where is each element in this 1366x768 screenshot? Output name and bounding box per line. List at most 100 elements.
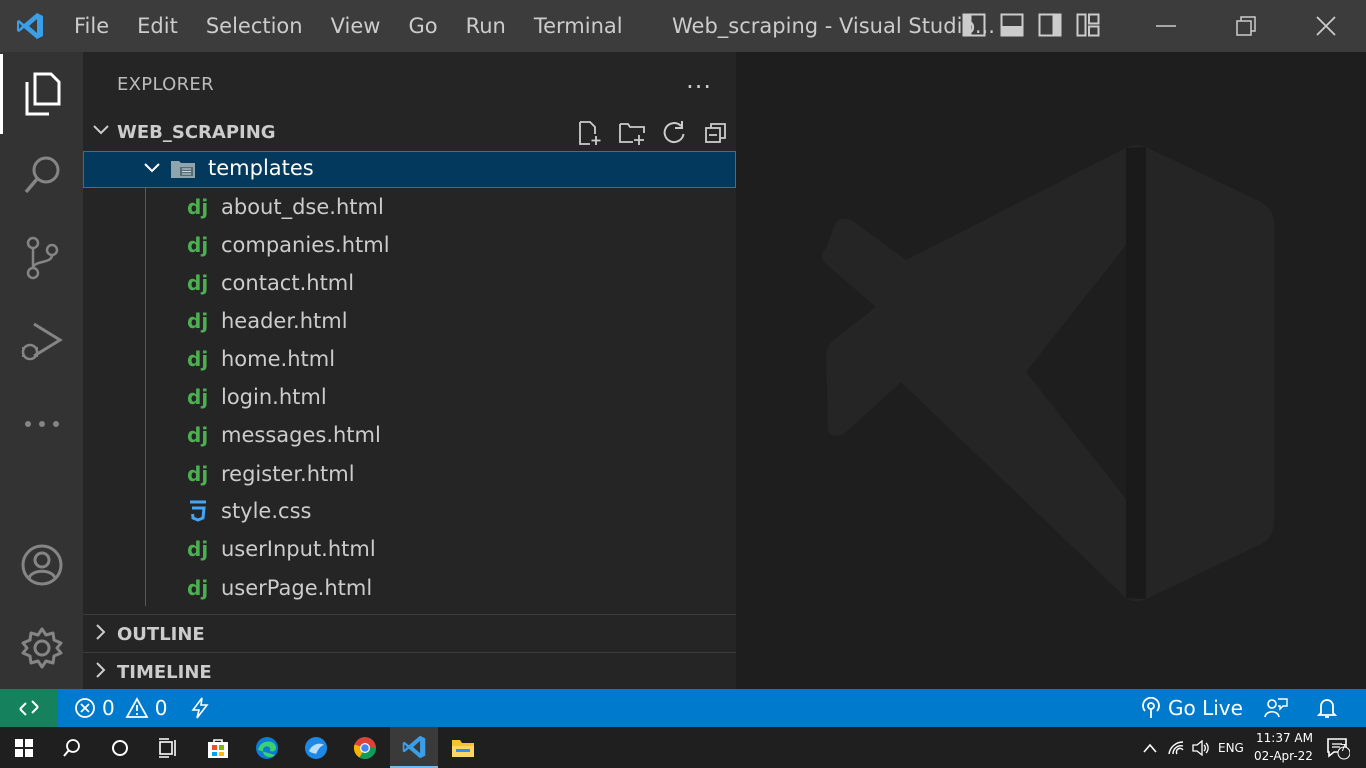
feedback-icon[interactable]: [1264, 689, 1288, 727]
chevron-down-icon: [91, 120, 111, 144]
file-name: userInput.html: [221, 537, 376, 561]
file-name: login.html: [221, 385, 327, 409]
file-explorer-icon[interactable]: [439, 727, 487, 768]
notification-count: 7: [1340, 743, 1347, 754]
chrome-browser-icon[interactable]: [341, 727, 389, 768]
file-row[interactable]: dj header.html: [83, 303, 736, 341]
windows-start-icon[interactable]: [0, 727, 48, 768]
cortana-icon[interactable]: [96, 727, 144, 768]
app-bird-icon[interactable]: [292, 727, 340, 768]
file-name: header.html: [221, 309, 348, 333]
timeline-section[interactable]: TIMELINE: [83, 652, 736, 690]
django-icon: dj: [187, 462, 209, 486]
taskbar-search-icon[interactable]: [48, 727, 96, 768]
search-icon[interactable]: [0, 136, 83, 216]
edge-browser-icon[interactable]: [243, 727, 291, 768]
manage-gear-icon[interactable]: [0, 608, 83, 688]
lightning-icon[interactable]: [190, 689, 210, 727]
customize-layout-icon[interactable]: [1074, 10, 1102, 40]
collapse-all-icon[interactable]: [701, 118, 731, 148]
title-bar: File Edit Selection View Go Run Terminal…: [0, 0, 1366, 52]
explorer-title: EXPLORER: [117, 74, 214, 95]
explorer-sidebar: EXPLORER ... WEB_SCRAPING templates dj a…: [83, 52, 736, 689]
wifi-icon[interactable]: [1162, 727, 1190, 768]
new-file-icon[interactable]: [575, 118, 605, 148]
file-row[interactable]: dj messages.html: [83, 417, 736, 455]
run-debug-icon[interactable]: [0, 302, 83, 382]
status-bar: 0 0 Go Live: [0, 689, 1366, 727]
file-row[interactable]: dj login.html: [83, 379, 736, 417]
editor-area: [736, 52, 1366, 689]
menu-view[interactable]: View: [317, 0, 395, 52]
menu-file[interactable]: File: [60, 0, 123, 52]
outline-section[interactable]: OUTLINE: [83, 614, 736, 652]
file-row[interactable]: dj userInput.html: [83, 531, 736, 569]
django-icon: dj: [187, 576, 209, 600]
django-icon: dj: [187, 537, 209, 561]
chevron-right-icon: [91, 660, 111, 684]
window-title: Web_scraping - Visual Studio...: [672, 14, 995, 38]
error-count: 0: [102, 696, 115, 720]
menu-edit[interactable]: Edit: [123, 0, 192, 52]
file-row[interactable]: dj contact.html: [83, 265, 736, 303]
go-live-button[interactable]: Go Live: [1140, 689, 1243, 727]
broadcast-icon: [1142, 697, 1160, 718]
file-row[interactable]: dj home.html: [83, 341, 736, 379]
timeline-label: TIMELINE: [117, 662, 212, 683]
django-icon: dj: [187, 271, 209, 295]
toggle-secondary-sidebar-icon[interactable]: [1036, 10, 1064, 40]
remote-indicator-icon[interactable]: [0, 689, 58, 727]
file-name: about_dse.html: [221, 195, 384, 219]
go-live-label: Go Live: [1168, 696, 1243, 720]
menu-go[interactable]: Go: [394, 0, 451, 52]
clock-time[interactable]: 11:37 AM: [1256, 731, 1313, 745]
file-name: register.html: [221, 462, 355, 486]
file-name: userPage.html: [221, 576, 373, 600]
workspace-header[interactable]: WEB_SCRAPING: [83, 114, 736, 150]
new-folder-icon[interactable]: [617, 118, 647, 148]
django-icon: dj: [187, 385, 209, 409]
problems-indicator[interactable]: 0 0: [74, 689, 167, 727]
action-center-icon[interactable]: 7: [1318, 727, 1358, 768]
django-icon: dj: [187, 233, 209, 257]
minimize-icon[interactable]: [1126, 0, 1206, 52]
notifications-bell-icon[interactable]: [1316, 689, 1338, 727]
warning-count: 0: [154, 696, 168, 720]
source-control-icon[interactable]: [0, 218, 83, 298]
volume-icon[interactable]: [1188, 727, 1214, 768]
file-name: style.css: [221, 499, 312, 523]
menu-selection[interactable]: Selection: [192, 0, 317, 52]
django-icon: dj: [187, 423, 209, 447]
menu-terminal[interactable]: Terminal: [520, 0, 637, 52]
toggle-primary-sidebar-icon[interactable]: [960, 10, 988, 40]
file-row[interactable]: dj about_dse.html: [83, 189, 736, 227]
vscode-watermark-icon: [822, 144, 1274, 602]
vscode-taskbar-icon[interactable]: [390, 727, 438, 768]
task-view-icon[interactable]: [144, 727, 192, 768]
file-row[interactable]: dj companies.html: [83, 227, 736, 265]
vscode-logo-icon: [0, 0, 60, 52]
file-name: messages.html: [221, 423, 381, 447]
accounts-icon[interactable]: [0, 525, 83, 605]
folder-row-templates[interactable]: templates: [83, 151, 736, 188]
django-icon: dj: [187, 195, 209, 219]
toggle-panel-icon[interactable]: [998, 10, 1026, 40]
microsoft-store-icon[interactable]: [194, 727, 242, 768]
menu-bar: File Edit Selection View Go Run Terminal: [60, 0, 637, 52]
restore-icon[interactable]: [1206, 0, 1286, 52]
file-row[interactable]: dj userPage.html: [83, 570, 736, 608]
folder-icon: [170, 159, 196, 183]
input-language[interactable]: ENG: [1218, 741, 1244, 755]
clock-date[interactable]: 02-Apr-22: [1254, 749, 1313, 763]
close-icon[interactable]: [1286, 0, 1366, 52]
file-name: companies.html: [221, 233, 390, 257]
explorer-more-actions-icon[interactable]: ...: [686, 66, 712, 94]
explorer-icon[interactable]: [0, 54, 83, 134]
menu-run[interactable]: Run: [452, 0, 520, 52]
file-name: home.html: [221, 347, 336, 371]
file-row[interactable]: style.css: [83, 493, 736, 531]
outline-label: OUTLINE: [117, 624, 205, 645]
more-views-icon[interactable]: [0, 384, 83, 464]
file-row[interactable]: dj register.html: [83, 456, 736, 494]
refresh-icon[interactable]: [659, 118, 689, 148]
